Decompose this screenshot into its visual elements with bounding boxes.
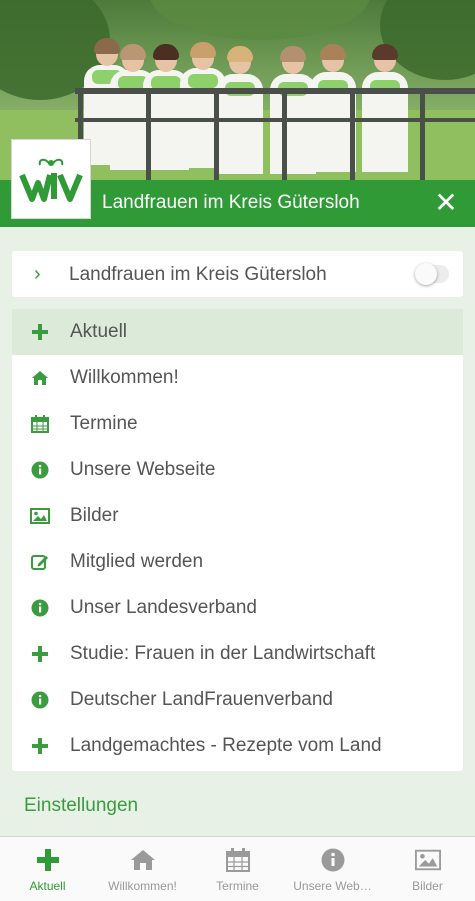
- menu-item-label: Deutscher LandFrauenverband: [70, 689, 334, 710]
- menu-item-label: Termine: [70, 413, 138, 434]
- info-icon: [30, 460, 50, 480]
- bottom-tab-bar: Aktuell Willkommen! Termine Unsere Web… …: [0, 836, 475, 901]
- menu-item-bilder[interactable]: Bilder: [12, 493, 463, 539]
- menu-item-label: Bilder: [70, 505, 119, 526]
- menu-item-label: Landgemachtes - Rezepte vom Land: [70, 735, 382, 756]
- settings-link[interactable]: Einstellungen: [24, 795, 138, 817]
- tab-bilder[interactable]: Bilder: [380, 837, 475, 901]
- menu-item-deutscher-landfrauenverband[interactable]: Deutscher LandFrauenverband: [12, 677, 463, 723]
- lv-logo: [11, 139, 91, 219]
- tab-aktuell[interactable]: Aktuell: [0, 837, 95, 901]
- calendar-icon: [30, 414, 50, 434]
- tab-label: Unsere Web…: [293, 879, 372, 893]
- tab-unsere-webseite[interactable]: Unsere Web…: [285, 837, 380, 901]
- menu-item-label: Willkommen!: [70, 367, 179, 388]
- tab-termine[interactable]: Termine: [190, 837, 285, 901]
- project-label: Landfrauen im Kreis Gütersloh: [69, 264, 327, 285]
- image-icon: [415, 847, 441, 873]
- image-icon: [30, 506, 50, 526]
- app-title: Landfrauen im Kreis Gütersloh: [102, 192, 360, 213]
- home-icon: [130, 847, 156, 873]
- plus-icon: [30, 322, 50, 342]
- tab-label: Willkommen!: [108, 879, 177, 893]
- menu-item-aktuell[interactable]: Aktuell: [12, 309, 463, 355]
- project-row[interactable]: › Landfrauen im Kreis Gütersloh: [12, 251, 463, 297]
- tab-willkommen[interactable]: Willkommen!: [95, 837, 190, 901]
- info-icon: [30, 690, 50, 710]
- calendar-icon: [225, 847, 251, 873]
- menu-item-label: Unser Landesverband: [70, 597, 257, 618]
- close-icon[interactable]: ✕: [429, 186, 463, 220]
- menu-item-label: Unsere Webseite: [70, 459, 216, 480]
- menu-item-label: Aktuell: [70, 321, 128, 342]
- nav-menu: Aktuell Willkommen! Termine Unsere Webse…: [12, 309, 463, 771]
- project-toggle[interactable]: [415, 263, 449, 285]
- info-icon: [320, 847, 346, 873]
- menu-item-willkommen[interactable]: Willkommen!: [12, 355, 463, 401]
- menu-item-label: Studie: Frauen in der Landwirtschaft: [70, 643, 376, 664]
- tab-label: Bilder: [412, 879, 443, 893]
- menu-item-termine[interactable]: Termine: [12, 401, 463, 447]
- chevron-right-icon: ›: [34, 263, 41, 285]
- menu-item-landgemachtes[interactable]: Landgemachtes - Rezepte vom Land: [12, 723, 463, 769]
- plus-icon: [35, 847, 61, 873]
- plus-icon: [30, 644, 50, 664]
- edit-icon: [30, 552, 50, 572]
- info-icon: [30, 598, 50, 618]
- plus-icon: [30, 736, 50, 756]
- menu-item-studie[interactable]: Studie: Frauen in der Landwirtschaft: [12, 631, 463, 677]
- home-icon: [30, 368, 50, 388]
- menu-item-unsere-webseite[interactable]: Unsere Webseite: [12, 447, 463, 493]
- menu-item-mitglied-werden[interactable]: Mitglied werden: [12, 539, 463, 585]
- tab-label: Termine: [216, 879, 259, 893]
- tab-label: Aktuell: [29, 879, 66, 893]
- menu-item-label: Mitglied werden: [70, 551, 204, 572]
- menu-item-unser-landesverband[interactable]: Unser Landesverband: [12, 585, 463, 631]
